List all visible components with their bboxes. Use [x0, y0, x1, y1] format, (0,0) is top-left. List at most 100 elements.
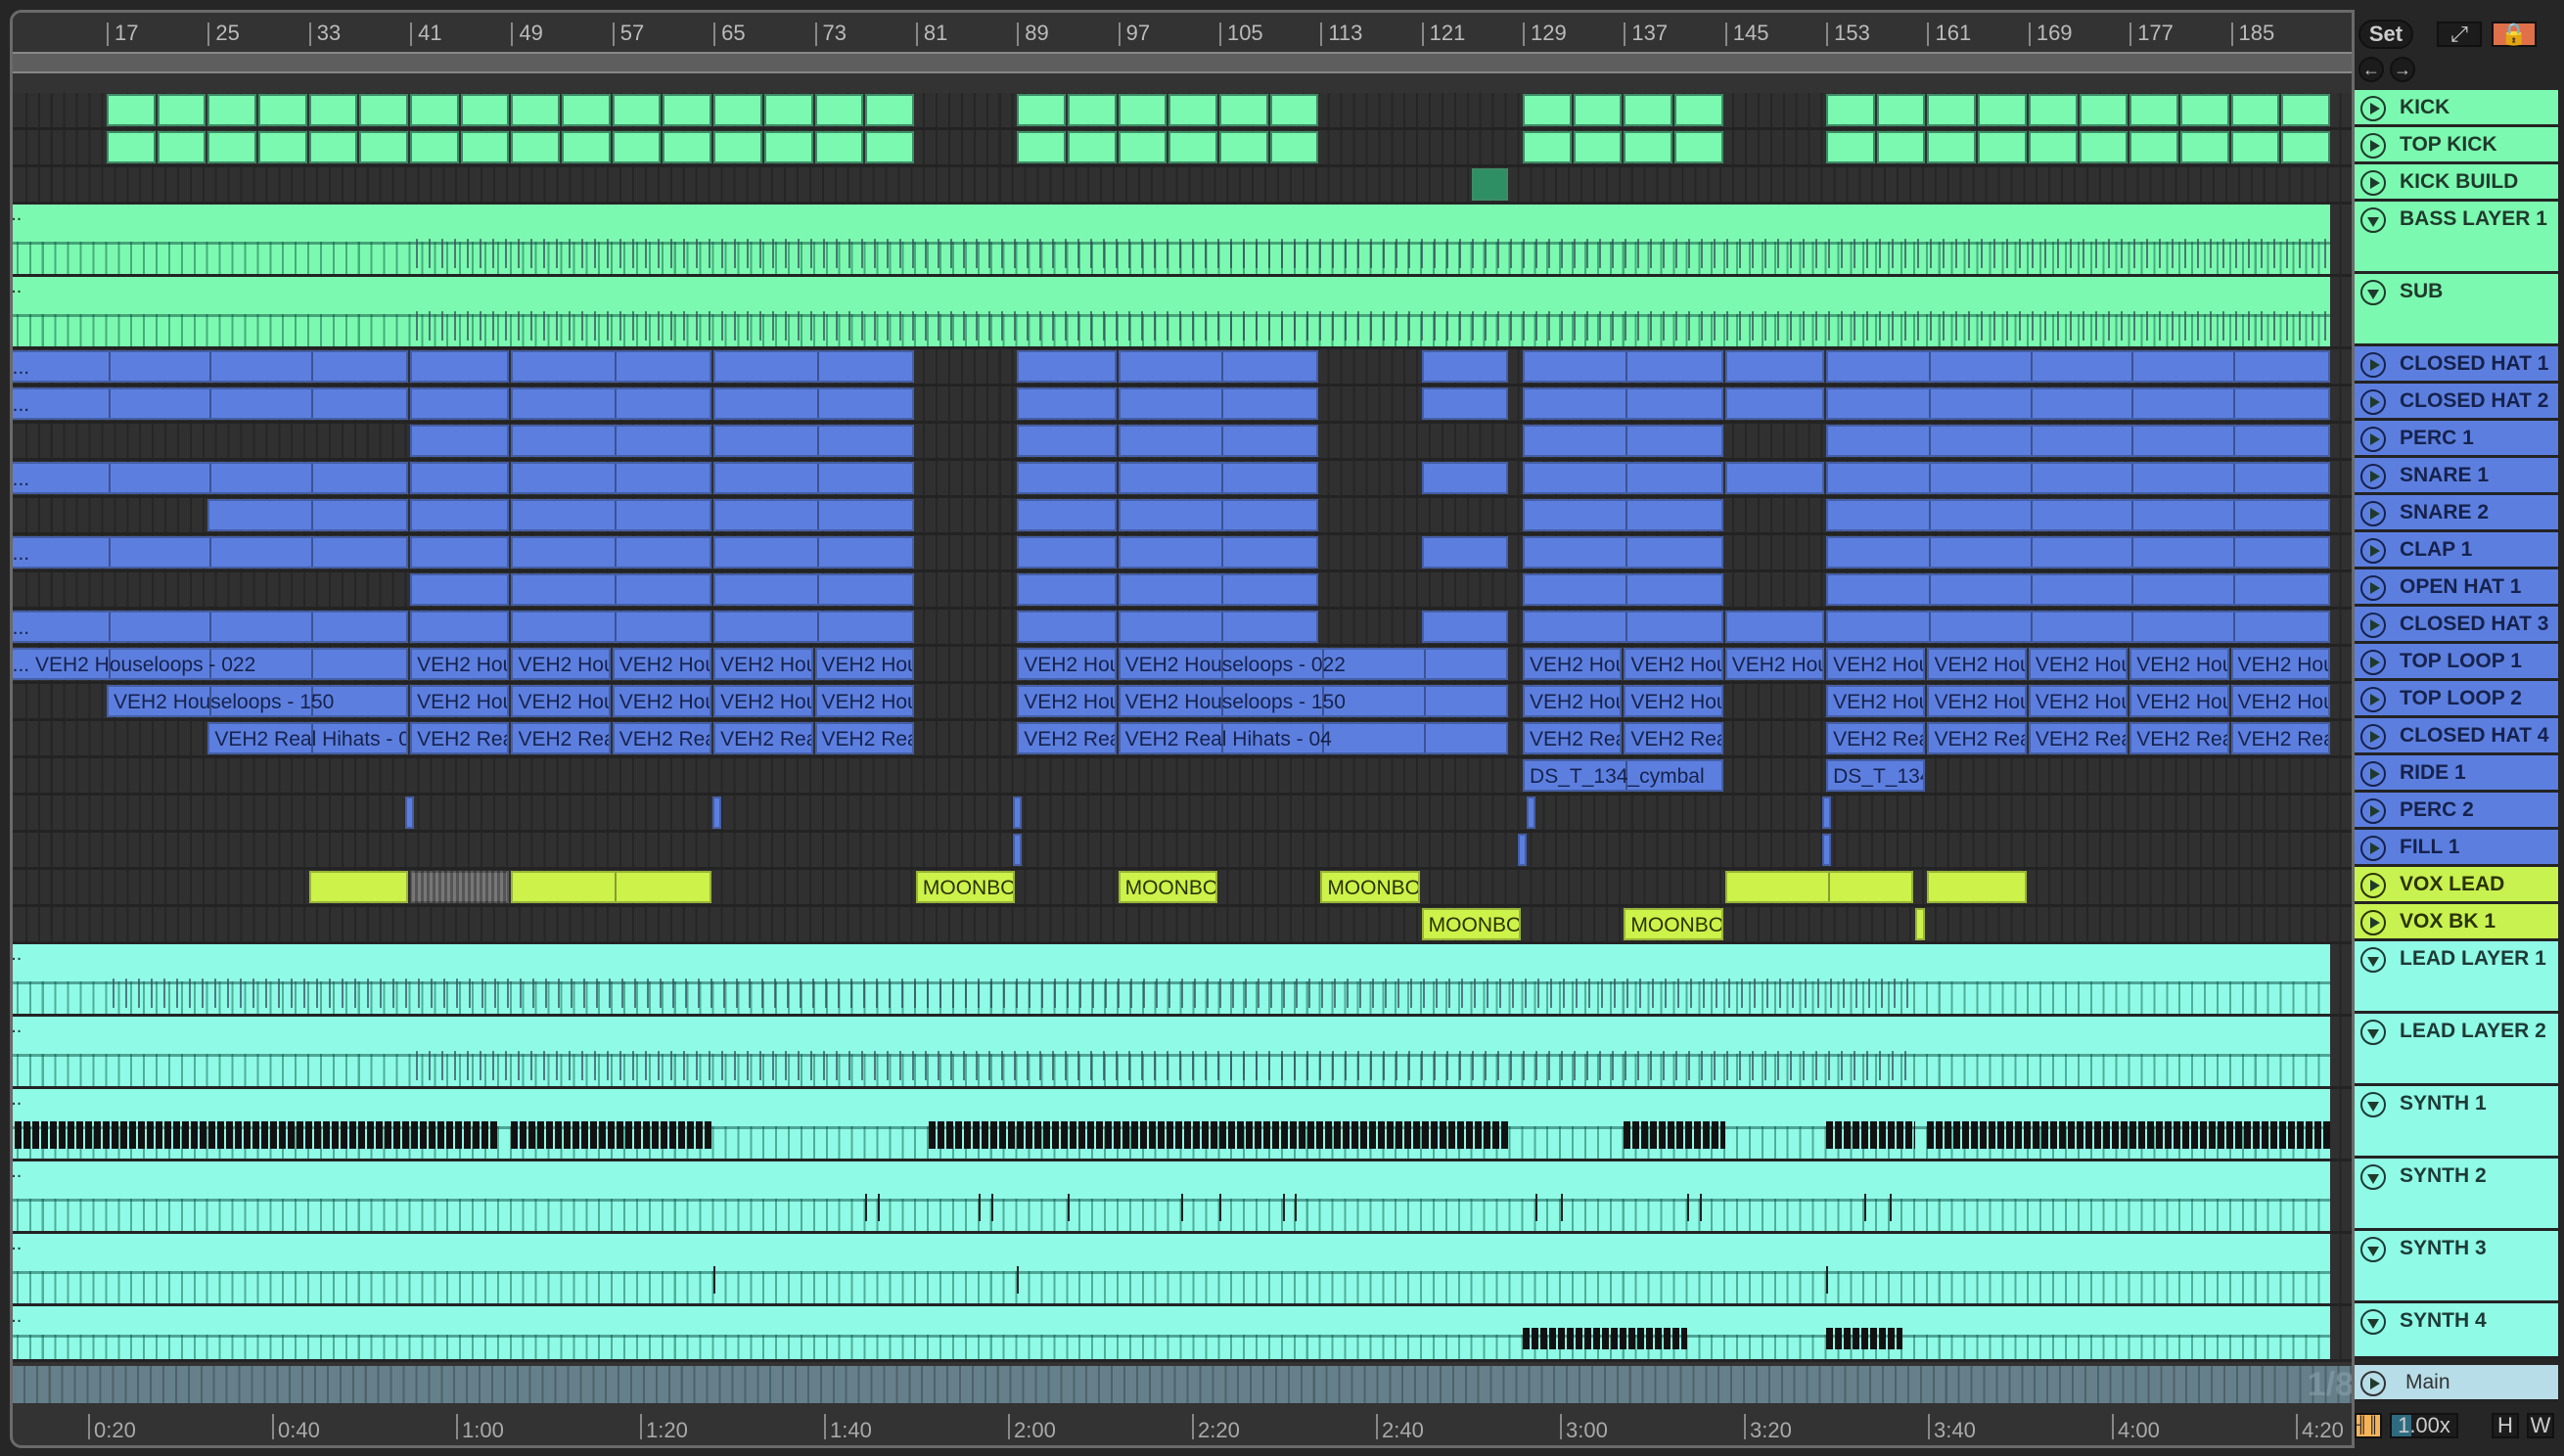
track-header-synth-1[interactable]: SYNTH 1 [2355, 1086, 2558, 1159]
clip[interactable] [1421, 611, 1509, 643]
clip[interactable]: VEH2 Rea [511, 722, 611, 754]
clip[interactable] [404, 796, 414, 829]
clip[interactable] [410, 462, 510, 494]
track-header-perc-1[interactable]: PERC 1 [2355, 421, 2558, 458]
clip[interactable] [713, 611, 914, 643]
clip[interactable] [2179, 131, 2229, 163]
clip[interactable]: VEH2 Hou [814, 685, 914, 717]
clip[interactable] [2079, 131, 2129, 163]
play-icon[interactable] [2360, 427, 2386, 452]
clip[interactable] [2230, 94, 2280, 126]
clip[interactable] [410, 611, 510, 643]
fold-icon[interactable] [2360, 1092, 2386, 1117]
clip[interactable]: ... VEH2 Houseloops - 022 [13, 648, 409, 680]
clip[interactable] [1013, 834, 1023, 866]
clip[interactable] [308, 131, 358, 163]
clip[interactable] [711, 796, 721, 829]
clip[interactable] [511, 536, 712, 569]
clip[interactable] [1067, 94, 1117, 126]
clip[interactable] [1573, 131, 1623, 163]
zoom-speed-field[interactable]: 1.00x [2390, 1413, 2458, 1438]
clip[interactable] [107, 131, 156, 163]
clip[interactable] [1674, 131, 1723, 163]
clip[interactable]: VEH2 Rea [1624, 722, 1723, 754]
clip[interactable] [511, 871, 712, 903]
clip[interactable]: VEH2 Hou [612, 685, 712, 717]
play-icon[interactable] [2360, 724, 2386, 750]
clip[interactable] [713, 94, 762, 126]
time-ruler[interactable]: 0:20 0:40 1:00 1:20 1:40 2:00 2:20 2:40 3:00 3:20… [13, 1406, 2352, 1445]
clip[interactable] [1876, 94, 1926, 126]
clip[interactable]: DS_T_134_cymbal [1523, 759, 1723, 792]
clip[interactable] [1724, 611, 1825, 643]
clip[interactable] [1523, 536, 1723, 569]
clip[interactable] [2129, 94, 2178, 126]
fold-icon[interactable] [2360, 280, 2386, 305]
track-header-ride-1[interactable]: RIDE 1 [2355, 755, 2558, 793]
clip[interactable] [763, 131, 813, 163]
clip[interactable] [1118, 499, 1319, 531]
clip[interactable] [1067, 131, 1117, 163]
clip[interactable] [1421, 462, 1509, 494]
clip[interactable] [865, 94, 914, 126]
clip[interactable] [2079, 94, 2129, 126]
clip[interactable]: VEH2 Hou [2230, 648, 2330, 680]
play-icon[interactable] [2360, 501, 2386, 526]
clip[interactable] [1118, 611, 1319, 643]
clip[interactable]: VEH2 Hous [1017, 648, 1117, 680]
clip[interactable] [1876, 131, 1926, 163]
clip[interactable] [157, 94, 206, 126]
clip[interactable] [460, 94, 510, 126]
clip[interactable] [1523, 387, 1723, 420]
clip[interactable] [1118, 425, 1319, 457]
clip[interactable] [1017, 611, 1117, 643]
clip[interactable] [460, 131, 510, 163]
track-header-closed-hat-3[interactable]: CLOSED HAT 3 [2355, 607, 2558, 644]
clip[interactable]: VEH2 Hou [1724, 648, 1825, 680]
clip[interactable]: VEH2 Hou [1624, 648, 1723, 680]
clip[interactable] [1822, 796, 1832, 829]
play-icon[interactable] [2360, 873, 2386, 898]
clip[interactable] [1624, 94, 1673, 126]
clip[interactable] [2230, 131, 2280, 163]
play-icon[interactable] [2360, 798, 2386, 824]
clip[interactable]: VEH2 Hou [2129, 685, 2229, 717]
clip[interactable] [713, 462, 914, 494]
clip[interactable]: VEH2 Hou [1523, 648, 1623, 680]
clip[interactable] [410, 350, 510, 383]
clip[interactable]: VEH2 Hou [511, 685, 611, 717]
fold-icon[interactable] [2360, 1020, 2386, 1045]
play-icon[interactable] [2360, 1371, 2386, 1396]
play-icon[interactable] [2360, 613, 2386, 638]
clip[interactable]: ... [13, 611, 409, 643]
back-arrow-button[interactable]: ← [2358, 57, 2384, 82]
play-icon[interactable] [2360, 464, 2386, 489]
clip[interactable]: VEH2 Real [814, 722, 914, 754]
clip[interactable] [511, 611, 712, 643]
fold-icon[interactable] [2360, 947, 2386, 973]
clip[interactable]: MOONBOY [1624, 908, 1723, 940]
clip[interactable] [2281, 94, 2330, 126]
play-icon[interactable] [2360, 687, 2386, 712]
clip[interactable]: VEH2 Hou [2028, 685, 2129, 717]
clip[interactable] [2028, 94, 2078, 126]
follow-toggle[interactable]: ⤢ [2437, 22, 2482, 47]
clip[interactable] [1523, 499, 1723, 531]
clip[interactable] [1168, 94, 1217, 126]
w-button[interactable]: W [2527, 1413, 2554, 1438]
clip[interactable]: VEH2 Hou [1624, 685, 1723, 717]
clip[interactable]: VEH2 Hou [511, 648, 611, 680]
clip[interactable]: VEH2 Hou [1523, 685, 1623, 717]
track-header-closed-hat-4[interactable]: CLOSED HAT 4 [2355, 718, 2558, 755]
clip[interactable] [207, 94, 257, 126]
clip[interactable]: VEH2 Houseloops - 150 [1118, 685, 1509, 717]
track-header-main[interactable]: Main [2355, 1365, 2558, 1402]
track-header-sub[interactable]: SUB [2355, 274, 2558, 346]
clip[interactable] [1826, 573, 2330, 606]
clip[interactable]: VEH2 Real [2230, 722, 2330, 754]
clip[interactable]: VEH2 Hou [1927, 685, 2027, 717]
clip[interactable]: VEH2 Hou [410, 685, 510, 717]
clip[interactable] [713, 425, 914, 457]
track-header-snare-2[interactable]: SNARE 2 [2355, 495, 2558, 532]
play-icon[interactable] [2360, 170, 2386, 196]
